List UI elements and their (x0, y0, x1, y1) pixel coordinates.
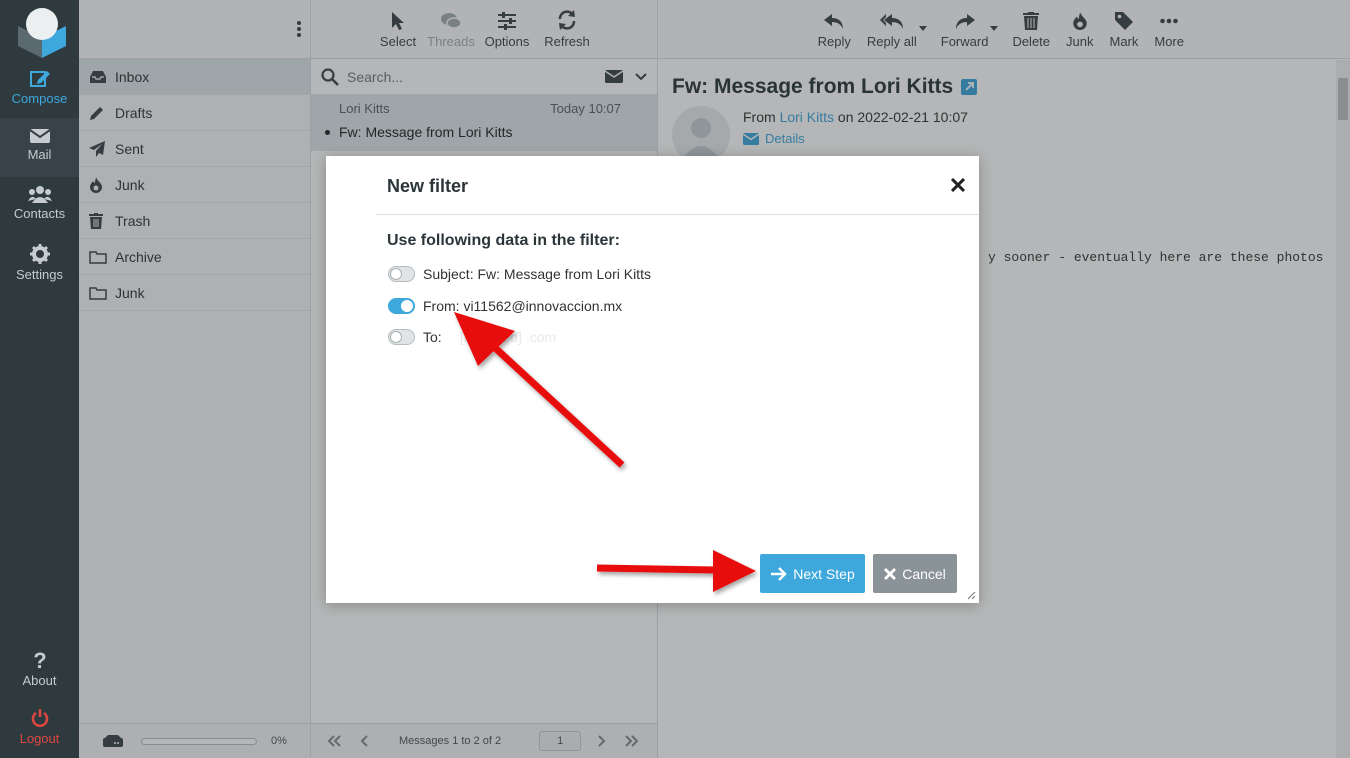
new-filter-dialog: New filter Use following data in the fil… (326, 156, 979, 603)
logout-label: Logout (19, 731, 60, 746)
toggle-knob (401, 300, 413, 312)
app-navigation-rail: Compose Mail Contacts Settings ? About L… (0, 0, 79, 758)
from-toggle[interactable] (388, 298, 415, 314)
resize-handle-icon[interactable] (967, 591, 976, 600)
settings-icon (0, 244, 79, 264)
to-toggle[interactable] (388, 329, 415, 345)
next-step-button[interactable]: Next Step (760, 554, 865, 593)
arrow-right-icon (770, 566, 793, 581)
subject-toggle[interactable] (388, 266, 415, 282)
compose-icon (0, 68, 79, 88)
dialog-heading: Use following data in the filter: (387, 232, 620, 249)
next-step-label: Next Step (793, 565, 855, 582)
compose-label: Compose (11, 91, 68, 106)
settings-label: Settings (16, 267, 63, 282)
cancel-button[interactable]: Cancel (873, 554, 957, 593)
filter-option-subject: Subject: Fw: Message from Lori Kitts (388, 266, 651, 282)
settings-nav-button[interactable]: Settings (0, 244, 79, 294)
logout-button[interactable]: Logout (0, 708, 79, 752)
subject-option-label: Subject: Fw: Message from Lori Kitts (423, 266, 651, 282)
toggle-knob (390, 331, 402, 343)
dialog-title: New filter (387, 176, 469, 196)
to-option-label: To: (423, 329, 442, 345)
filter-option-from: From: vi11562@innovaccion.mx (388, 298, 622, 314)
contacts-label: Contacts (13, 206, 66, 221)
about-button[interactable]: ? About (0, 650, 79, 694)
toggle-knob (390, 268, 402, 280)
dialog-header: New filter (376, 156, 979, 215)
from-option-label: From: vi11562@innovaccion.mx (423, 298, 623, 314)
contacts-nav-button[interactable]: Contacts (0, 185, 79, 235)
contacts-icon (0, 185, 79, 203)
mail-label: Mail (27, 147, 52, 162)
svg-text:?: ? (33, 650, 46, 670)
mail-icon (0, 128, 79, 144)
mail-nav-button[interactable]: Mail (0, 118, 79, 177)
app-logo[interactable] (12, 4, 68, 58)
close-icon[interactable] (951, 178, 965, 192)
filter-option-to: To: [redacted] .com (388, 329, 556, 345)
power-icon (0, 708, 79, 728)
help-icon: ? (0, 650, 79, 670)
about-label: About (22, 673, 57, 688)
cancel-label: Cancel (902, 565, 946, 582)
compose-button[interactable]: Compose (0, 68, 79, 118)
to-address-redacted: [redacted] .com (459, 329, 557, 345)
close-icon (884, 567, 902, 580)
